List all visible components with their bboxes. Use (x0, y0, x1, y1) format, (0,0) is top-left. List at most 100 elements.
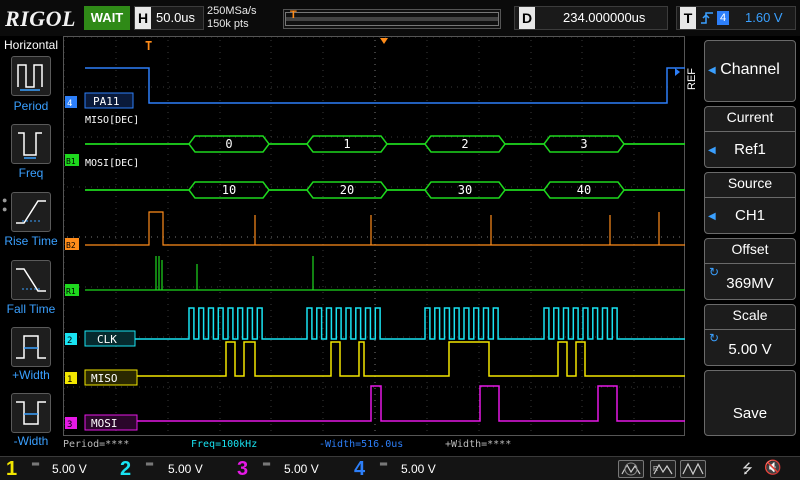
timebase-value: 50.0us (156, 10, 196, 25)
b1-marker-text: B1 (66, 157, 76, 166)
miso-decode-value: 1 (343, 137, 350, 151)
trigger-position-icon: T (290, 9, 297, 21)
mosi-decode-label: MOSI[DEC] (85, 158, 139, 169)
source-title: Source (727, 175, 773, 191)
ch4-scale[interactable]: 5.00 V (401, 457, 436, 480)
freq-measurement: Freq=100kHz (191, 439, 258, 450)
speaker-muted-icon[interactable]: 🔇 (764, 459, 781, 476)
acquisition-info: 250MSa/s 150k pts (207, 5, 257, 31)
miso-decode-value: 0 (225, 137, 232, 151)
ch3-marker-text: 3 (67, 420, 72, 430)
neg-width-measurement: -Width=516.0us (319, 439, 404, 450)
positive-width-icon (16, 335, 46, 359)
memory-timeline[interactable]: T (283, 9, 501, 29)
pos-width-measurement: +Width=**** (445, 439, 512, 450)
save-label: Save (732, 405, 768, 422)
ch1-number[interactable]: 1 (6, 457, 17, 480)
rigol-logo: RIGOL (5, 6, 76, 31)
source-value: CH1 (734, 207, 765, 224)
positive-width-label: +Width (12, 368, 50, 382)
offset-button[interactable]: Offset ↻ 369MV (704, 238, 796, 300)
ch3-number[interactable]: 3 (237, 457, 248, 480)
waveform-canvas: T 4 PA11 MISO[DEC] MOSI[DEC] 0 1 2 3 B1 10 2… (63, 36, 687, 438)
channel-label: Channel (720, 61, 780, 78)
mosi-decode-value: 20 (340, 183, 354, 197)
ch2-label: CLK (97, 333, 117, 346)
mosi-decode-value: 40 (577, 183, 591, 197)
menu-title: Horizontal (3, 38, 59, 52)
trigger-level: 1.60 V (745, 10, 783, 25)
ref-menu-tag: REF (686, 68, 698, 90)
channel-button[interactable]: ◀ Channel (704, 40, 796, 102)
frequency-icon (18, 132, 42, 159)
fall-time-icon (16, 268, 46, 292)
rise-time-button[interactable] (11, 192, 51, 232)
current-button[interactable]: Current ◀ Ref1 (704, 106, 796, 168)
ref-waveform-icon[interactable]: R (650, 460, 676, 478)
positive-width-button[interactable] (11, 327, 51, 367)
ch3-label: MOSI (91, 417, 118, 430)
ch3-scale[interactable]: 5.00 V (284, 457, 319, 480)
timeline-window (285, 12, 499, 26)
scale-button[interactable]: Scale ↻ 5.00 V (704, 304, 796, 366)
offset-value: 369MV (726, 275, 774, 292)
negative-width-icon (16, 401, 46, 425)
mosi-decode-value: 30 (458, 183, 472, 197)
ch1-coupling-icon: ═ (32, 459, 40, 470)
waveform-display[interactable]: T 4 PA11 MISO[DEC] MOSI[DEC] 0 1 2 3 B1 10 2… (63, 36, 687, 438)
rising-edge-icon (701, 12, 713, 24)
freq-label: Freq (18, 166, 44, 180)
source-button[interactable]: Source ◀ CH1 (704, 172, 796, 234)
ch1-marker-text: 1 (67, 375, 72, 385)
offset-title: Offset (731, 241, 769, 257)
memory-depth: 150k pts (207, 18, 249, 30)
negative-width-label: -Width (13, 434, 49, 448)
page-indicator: ● ● (2, 195, 8, 214)
horizontal-letter: H (135, 7, 151, 29)
math-icon[interactable] (618, 460, 644, 478)
miso-decode-label: MISO[DEC] (85, 115, 139, 126)
r1-marker-text: R1 (66, 287, 76, 296)
trigger-setting[interactable]: T 4 1.60 V (676, 6, 796, 30)
ch4-marker-text: 4 (67, 99, 72, 109)
top-status-bar: RIGOL WAIT H 50.0us 250MSa/s 150k pts T … (0, 0, 800, 36)
fall-time-label: Fall Time (6, 302, 56, 316)
ch2-number[interactable]: 2 (120, 457, 131, 480)
ch2-scale[interactable]: 5.00 V (168, 457, 203, 480)
horizontal-measure-menu: Horizontal Period Freq ● ● Rise Time Fall… (0, 36, 62, 456)
usb-icon: ⭍ (742, 461, 753, 476)
trigger-source-badge: 4 (717, 11, 729, 25)
ch1-scale[interactable]: 5.00 V (52, 457, 87, 480)
b2-marker-text: B2 (66, 241, 76, 250)
current-value: Ref1 (734, 141, 766, 158)
run-state-badge[interactable]: WAIT (84, 6, 130, 30)
delay-letter: D (519, 7, 535, 29)
fall-time-button[interactable] (11, 260, 51, 300)
scale-title: Scale (732, 307, 768, 323)
rise-time-icon (16, 200, 46, 224)
ref-menu: REF ◀ Channel Current ◀ Ref1 Source ◀ CH… (686, 36, 800, 456)
period-button[interactable] (11, 56, 51, 96)
ch2-coupling-icon: ═ (146, 459, 154, 470)
ch4-coupling-icon: ═ (380, 459, 388, 470)
save-button[interactable]: Save (704, 370, 796, 436)
svg-text:R: R (653, 466, 658, 473)
ch4-label: PA11 (93, 95, 120, 108)
decode-icon[interactable] (680, 460, 706, 478)
ch4-number[interactable]: 4 (354, 457, 365, 480)
period-label: Period (13, 99, 49, 113)
scale-value: 5.00 V (728, 341, 772, 358)
delay-value: 234.000000us (563, 10, 646, 25)
freq-button[interactable] (11, 124, 51, 164)
negative-width-button[interactable] (11, 393, 51, 433)
miso-decode-value: 3 (580, 137, 587, 151)
horizontal-delay[interactable]: D 234.000000us (514, 6, 668, 30)
period-measurement: Period=**** (63, 439, 130, 450)
rise-time-label: Rise Time (4, 234, 58, 248)
miso-decode-value: 2 (461, 137, 468, 151)
ch3-coupling-icon: ═ (263, 459, 271, 470)
horizontal-timebase[interactable]: H 50.0us (134, 6, 204, 30)
trigger-t-marker: T (145, 39, 152, 53)
ch2-marker-text: 2 (67, 336, 72, 346)
sample-rate: 250MSa/s (207, 5, 257, 17)
